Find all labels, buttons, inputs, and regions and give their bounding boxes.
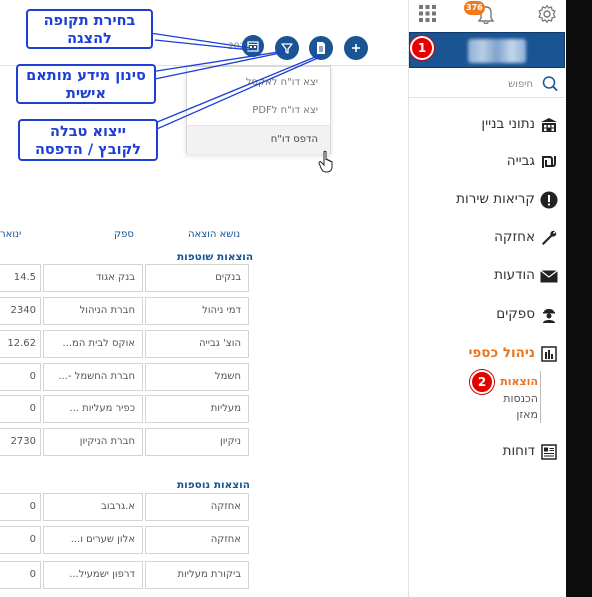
submenu-expenses[interactable]: הוצאות xyxy=(500,375,538,388)
apps-grid-icon[interactable] xyxy=(418,4,437,23)
sidebar-item-collection[interactable]: גבייה xyxy=(409,147,565,177)
table-cell-value: 14.5 xyxy=(0,264,41,292)
table-cell-subject: אחזקה xyxy=(145,493,249,521)
sidebar-item-label: נתוני בניין xyxy=(481,116,535,132)
header-subject[interactable]: נושא הוצאה xyxy=(188,229,240,240)
main-content: 2021 יצא דו"ח לאקסל יצא דו"ח לPDF הדפס ד… xyxy=(0,0,408,597)
search-input[interactable]: חיפוש xyxy=(508,79,533,90)
table-cell-subject: אחזקה xyxy=(145,526,249,554)
filter-callout-line2: אישית xyxy=(66,86,106,102)
submenu-income[interactable]: הכנסות xyxy=(503,392,538,405)
alert-icon xyxy=(539,190,559,210)
window-edge xyxy=(566,0,592,597)
sidebar-item-service-calls[interactable]: קריאות שירות xyxy=(409,185,565,215)
table-cell-value: 2730 xyxy=(0,428,41,456)
table-cell-supplier: דרפון ישמעיל... xyxy=(43,561,143,589)
header-supplier[interactable]: ספק xyxy=(114,229,134,240)
table-cell-supplier: חברת החשמל -... xyxy=(43,363,143,391)
notification-badge: 376 xyxy=(464,1,485,15)
table-cell-value: 0 xyxy=(0,363,41,391)
sidebar-item-messages[interactable]: הודעות xyxy=(409,261,565,291)
table-cell-subject: מעליות xyxy=(145,395,249,423)
building-icon xyxy=(539,115,559,135)
finance-icon xyxy=(539,344,559,364)
period-callout-line1: בחירת תקופה xyxy=(43,13,136,29)
table-cell-supplier: בנק אגוד xyxy=(43,264,143,292)
group-title-additional: הוצאות נוספות xyxy=(177,479,250,491)
sidebar-item-label: הודעות xyxy=(494,267,535,283)
sidebar-item-label: ניהול כספי xyxy=(468,345,535,361)
table-cell-value: 0 xyxy=(0,395,41,423)
marker-two: 2 xyxy=(470,370,494,394)
table-cell-subject: ניקיון xyxy=(145,428,249,456)
sidebar-item-label: ספקים xyxy=(496,306,535,322)
table-cell-subject: בנקים xyxy=(145,264,249,292)
submenu-line xyxy=(540,371,541,423)
table-cell-value: 12.62 xyxy=(0,330,41,358)
sidebar-item-building[interactable]: נתוני בניין xyxy=(409,110,565,140)
table-cell-supplier: אוקס לבית המ... xyxy=(43,330,143,358)
export-callout: ייצוא טבלה לקובץ / הדפסה xyxy=(18,119,158,161)
table-cell-value: 0 xyxy=(0,526,41,554)
table-cell-value: 0 xyxy=(0,493,41,521)
table-cell-supplier: חברת הניהול xyxy=(43,297,143,325)
user-name-blurred xyxy=(468,39,526,63)
table-cell-supplier: כפיר מעליות ... xyxy=(43,395,143,423)
shekel-icon xyxy=(539,152,559,172)
table-cell-supplier: אלון שערים ו... xyxy=(43,526,143,554)
table-cell-value: 2340 xyxy=(0,297,41,325)
worker-icon xyxy=(539,305,559,325)
sidebar-item-suppliers[interactable]: ספקים xyxy=(409,300,565,330)
table-cell-supplier: חברת הניקיון xyxy=(43,428,143,456)
sidebar-item-reports[interactable]: דוחות xyxy=(409,437,565,467)
report-icon xyxy=(539,442,559,462)
table-cell-supplier: א.גרבוב xyxy=(43,493,143,521)
sidebar-item-finance[interactable]: ניהול כספי xyxy=(409,339,565,369)
table-cell-subject: חשמל xyxy=(145,363,249,391)
sidebar-item-label: גבייה xyxy=(506,153,535,169)
period-callout: בחירת תקופה להצגה xyxy=(26,9,153,49)
wrench-icon xyxy=(539,228,559,248)
filter-callout: סינון מידע מותאם אישית xyxy=(16,64,156,104)
sidebar-item-label: אחזקה xyxy=(494,229,535,245)
gear-icon[interactable] xyxy=(537,4,557,24)
export-callout-line1: ייצוא טבלה xyxy=(49,124,126,140)
sidebar-item-label: קריאות שירות xyxy=(456,191,535,207)
submenu-balance[interactable]: מאזן xyxy=(516,408,538,421)
export-callout-line2: לקובץ / הדפסה xyxy=(34,142,142,158)
group-title-current: הוצאות שוטפות xyxy=(177,251,254,263)
sidebar: 376 1 חיפוש נתוני בניין גבייה קריאות שיר… xyxy=(408,0,566,597)
marker-one: 1 xyxy=(410,36,434,60)
table-cell-subject: דמי ניהול xyxy=(145,297,249,325)
table-cell-value: 0 xyxy=(0,561,41,589)
filter-callout-line1: סינון מידע מותאם xyxy=(26,68,146,84)
sidebar-item-maintenance[interactable]: אחזקה xyxy=(409,223,565,253)
sidebar-item-label: דוחות xyxy=(502,443,535,459)
period-callout-line2: להצגה xyxy=(67,31,112,47)
table-cell-subject: ביקורת מעליות xyxy=(145,561,249,589)
sidebar-search[interactable]: חיפוש xyxy=(409,72,565,98)
header-january[interactable]: ינואר xyxy=(0,229,21,240)
table-cell-subject: הוצ' גבייה xyxy=(145,330,249,358)
search-icon[interactable] xyxy=(541,75,559,93)
envelope-icon xyxy=(539,266,559,286)
